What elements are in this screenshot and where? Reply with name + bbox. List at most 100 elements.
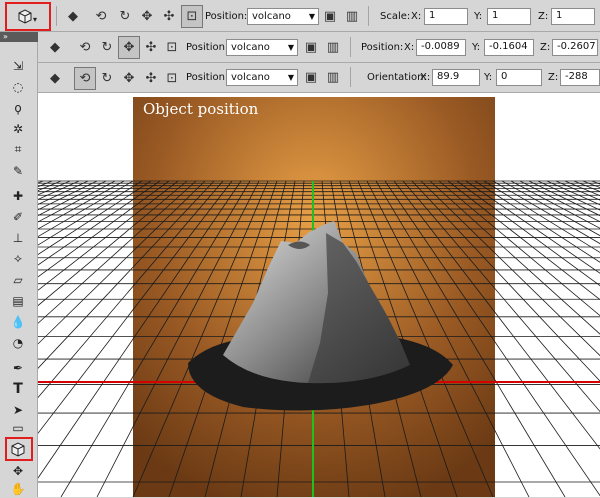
divider xyxy=(368,6,369,26)
clone-stamp-tool[interactable]: ⊥ xyxy=(6,228,30,247)
type-tool[interactable]: T xyxy=(6,379,30,398)
healing-brush-tool[interactable]: ✚ xyxy=(6,186,30,205)
marquee-tool[interactable]: ◌ xyxy=(6,77,30,96)
save-icon: ▣ xyxy=(304,39,318,55)
delete-position-button[interactable]: ▥ xyxy=(344,7,360,25)
eraser-tool[interactable]: ▱ xyxy=(6,270,30,289)
gradient-tool[interactable]: ▤ xyxy=(6,291,30,310)
grid-line xyxy=(38,180,89,205)
3d-cube-button[interactable]: ◆ xyxy=(46,68,64,88)
scale-x-field[interactable]: 1 xyxy=(424,8,468,25)
lasso-tool[interactable]: ϙ xyxy=(6,98,30,117)
brush-tool[interactable]: ✐ xyxy=(6,207,30,226)
marquee-tool-icon: ◌ xyxy=(12,79,24,94)
dodge-tool[interactable]: ◔ xyxy=(6,333,30,352)
lasso-tool-icon: ϙ xyxy=(14,100,22,115)
position-select[interactable]: volcano ▼ xyxy=(226,69,298,86)
trash-icon: ▥ xyxy=(345,8,359,24)
3d-cube-button[interactable]: ◆ xyxy=(46,37,64,57)
grid-line xyxy=(582,180,600,189)
save-position-button[interactable]: ▣ xyxy=(303,38,319,56)
grid-line xyxy=(38,180,53,188)
dodge-icon: ◔ xyxy=(12,335,24,350)
3d-cube-icon: ◆ xyxy=(68,8,78,24)
3d-drag-icon: ✥ xyxy=(123,70,135,86)
3d-drag-button[interactable]: ✥ xyxy=(118,36,140,59)
3d-roll-icon: ↻ xyxy=(101,39,113,55)
position-select-value: volcano xyxy=(252,11,291,22)
pen-tool[interactable]: ✒ xyxy=(6,358,30,377)
position-select[interactable]: volcano ▼ xyxy=(247,8,319,25)
chevron-down-icon: ▼ xyxy=(287,73,294,82)
3d-roll-button[interactable]: ↻ xyxy=(98,68,116,88)
position-select[interactable]: volcano ▼ xyxy=(226,39,298,56)
3d-rotate-icon: ⟲ xyxy=(95,8,107,24)
healing-brush-icon: ✚ xyxy=(12,188,24,203)
orientation-y-field[interactable]: 0 xyxy=(496,69,542,86)
3d-roll-icon: ↻ xyxy=(101,70,113,86)
position-label: Position: xyxy=(186,72,229,83)
3d-slide-button[interactable]: ✣ xyxy=(142,37,160,57)
move-tool[interactable]: ⇲ xyxy=(6,56,30,75)
3d-drag-button[interactable]: ✥ xyxy=(138,6,156,26)
position-x-field[interactable]: -0.0089 xyxy=(416,39,466,56)
orientation-label: Orientation: xyxy=(367,72,427,83)
3d-roll-button[interactable]: ↻ xyxy=(116,6,134,26)
3d-rotate-button[interactable]: ⟲ xyxy=(74,67,96,90)
options-bar-row-1: ▾ ◆ ⟲ ↻ ✥ ✣ ⊡ Position: volcano ▼ ▣ ▥ Sca… xyxy=(0,0,600,32)
brush-icon: ✐ xyxy=(12,209,24,224)
scale-x-label: X: xyxy=(411,11,422,22)
position-z-field[interactable]: -0.2607 xyxy=(552,39,598,56)
3d-rotate-icon: ⟲ xyxy=(79,39,91,55)
crop-tool[interactable]: ⌗ xyxy=(6,140,30,159)
path-select-tool[interactable]: ➤ xyxy=(6,400,30,419)
3d-scale-button[interactable]: ⊡ xyxy=(163,37,181,57)
delete-position-button[interactable]: ▥ xyxy=(325,68,341,86)
divider xyxy=(350,37,351,57)
history-brush-tool[interactable]: ⟡ xyxy=(6,249,30,268)
chevron-down-icon: ▼ xyxy=(287,43,294,52)
position-label: Position: xyxy=(205,11,248,22)
collapse-panel-button[interactable]: » xyxy=(0,32,38,42)
3d-cube-button[interactable]: ◆ xyxy=(64,6,82,26)
grid-line xyxy=(591,180,600,185)
orientation-x-field[interactable]: 89.9 xyxy=(432,69,480,86)
3d-roll-button[interactable]: ↻ xyxy=(98,37,116,57)
scale-y-field[interactable]: 1 xyxy=(487,8,531,25)
delete-position-button[interactable]: ▥ xyxy=(325,38,341,56)
3d-drag-button[interactable]: ✥ xyxy=(120,68,138,88)
3d-cube-icon: ◆ xyxy=(50,39,60,55)
3d-scale-icon: ⊡ xyxy=(186,9,198,24)
position-select-value: volcano xyxy=(231,72,270,83)
eyedropper-tool[interactable]: ✎ xyxy=(6,161,30,180)
pen-tool-icon: ✒ xyxy=(12,360,24,375)
3d-camera-tool[interactable]: ✥ xyxy=(6,461,30,480)
options-bar-row-2: ◆ ⟲ ↻ ✥ ✣ ⊡ Position: volcano ▼ ▣ ▥ Posit… xyxy=(38,32,600,63)
blur-tool[interactable]: 💧 xyxy=(6,312,30,331)
save-position-button[interactable]: ▣ xyxy=(322,7,338,25)
3d-slide-button[interactable]: ✣ xyxy=(142,68,160,88)
orientation-y-label: Y: xyxy=(484,72,493,83)
scale-y-label: Y: xyxy=(474,11,483,22)
3d-rotate-button[interactable]: ⟲ xyxy=(92,6,110,26)
gradient-icon: ▤ xyxy=(12,293,24,308)
document-canvas[interactable]: Object position xyxy=(38,93,600,497)
shape-tool[interactable]: ▭ xyxy=(6,418,30,437)
grid-line xyxy=(38,180,134,238)
3d-slide-button[interactable]: ✣ xyxy=(160,6,178,26)
scale-z-field[interactable]: 1 xyxy=(551,8,595,25)
scale-label: Scale: xyxy=(380,11,411,22)
scene-3d: Object position xyxy=(38,97,600,497)
collapse-icon: » xyxy=(3,32,8,41)
3d-scale-button[interactable]: ⊡ xyxy=(163,68,181,88)
magic-wand-tool[interactable]: ✲ xyxy=(6,119,30,138)
3d-scale-button[interactable]: ⊡ xyxy=(181,5,203,28)
orientation-z-field[interactable]: -288 xyxy=(560,69,600,86)
hand-tool[interactable]: ✋ xyxy=(6,479,30,498)
position-z-label: Z: xyxy=(540,42,551,53)
3d-scale-icon: ⊡ xyxy=(166,39,178,55)
3d-drag-icon: ✥ xyxy=(123,40,135,55)
position-y-field[interactable]: -0.1604 xyxy=(484,39,534,56)
save-position-button[interactable]: ▣ xyxy=(303,68,319,86)
3d-rotate-button[interactable]: ⟲ xyxy=(76,37,94,57)
